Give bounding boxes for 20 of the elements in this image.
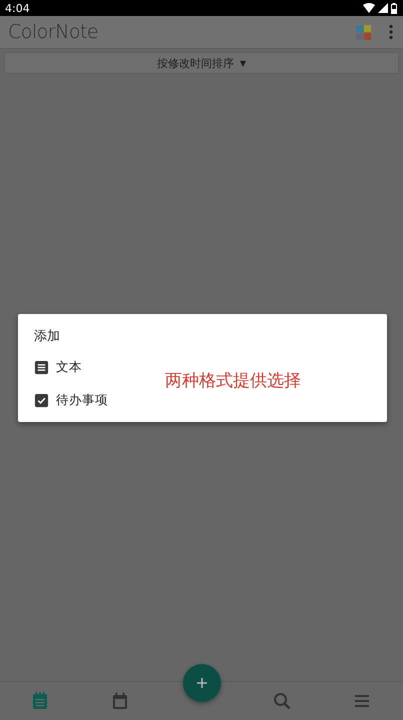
plus-icon (196, 677, 208, 689)
more-icon (389, 24, 393, 40)
sort-label: 按修改时间排序 (156, 56, 234, 70)
calendar-icon[interactable] (110, 691, 130, 711)
dialog-title: 添加 (34, 328, 61, 345)
wifi-icon (363, 3, 375, 13)
annotation-text: 两种格式提供选择 (165, 370, 301, 392)
checkbox-icon (34, 393, 49, 408)
battery-icon (391, 2, 397, 14)
notes-icon[interactable] (30, 691, 50, 711)
app-title: ColorNote (8, 21, 100, 43)
dialog-option[interactable]: 文本 (34, 351, 154, 384)
add-button[interactable] (183, 664, 221, 702)
clock-time: 4:04 (5, 2, 30, 14)
caret-icon: ▼ (240, 58, 246, 68)
signal-icon (378, 3, 388, 13)
search-icon[interactable] (272, 691, 292, 711)
document-icon (34, 360, 49, 375)
dialog-option[interactable]: 待办事项 (34, 384, 154, 417)
color-grid-icon (356, 24, 371, 40)
